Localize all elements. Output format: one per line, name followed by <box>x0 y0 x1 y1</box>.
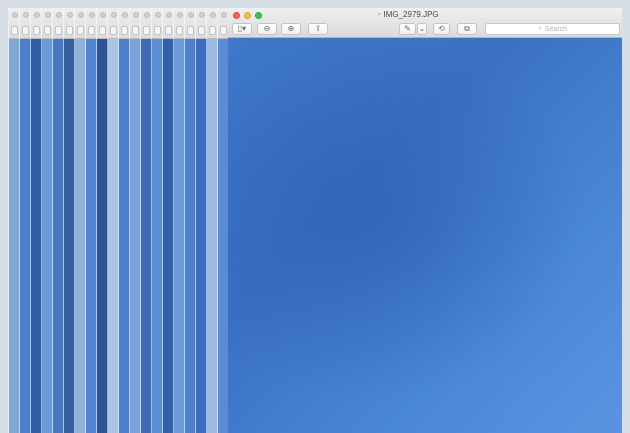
rotate-icon: ⟲ <box>438 24 445 33</box>
window-titlebar[interactable]: ▫ IMG_2979.JPG ▯▾ ⊖ ⊕ ⇪ ✎ ⌄ ⟲ ⧉ ⌕ Search <box>228 8 622 38</box>
toolbar-button-icon <box>88 26 95 35</box>
share-button[interactable]: ⇪ <box>308 23 328 35</box>
window-button-icon <box>144 12 150 18</box>
window-button-icon <box>100 12 106 18</box>
window-button-icon <box>155 12 161 18</box>
zoom-in-icon: ⊕ <box>287 24 295 33</box>
window-button-icon <box>199 12 205 18</box>
toolbar-button-icon <box>110 26 117 35</box>
zoom-in-button[interactable]: ⊕ <box>281 23 301 35</box>
markup-button[interactable]: ✎ <box>399 23 416 35</box>
zoom-out-icon: ⊖ <box>263 24 271 33</box>
chevron-down-icon: ⌄ <box>418 24 426 33</box>
window-title-text: IMG_2979.JPG <box>383 10 439 19</box>
toolbar-button-icon <box>55 26 62 35</box>
window-button-icon <box>210 12 216 18</box>
window-button-icon <box>122 12 128 18</box>
sidebar-toggle-button[interactable]: ▯▾ <box>232 23 252 35</box>
toolbar-button-icon <box>198 26 205 35</box>
toolbar-button-icon <box>66 26 73 35</box>
preview-window: ▫ IMG_2979.JPG ▯▾ ⊖ ⊕ ⇪ ✎ ⌄ ⟲ ⧉ ⌕ Search <box>228 8 622 433</box>
share-icon: ⇪ <box>314 24 322 33</box>
window-button-icon <box>177 12 183 18</box>
toolbar-button-icon <box>187 26 194 35</box>
window-button-icon <box>45 12 51 18</box>
toolbox-icon: ⧉ <box>464 24 470 33</box>
close-button[interactable] <box>233 12 240 19</box>
minimize-button[interactable] <box>244 12 251 19</box>
window-button-icon <box>89 12 95 18</box>
window-button-icon <box>188 12 194 18</box>
window-button-icon <box>111 12 117 18</box>
window-button-icon <box>56 12 62 18</box>
toolbar-button-icon <box>77 26 84 35</box>
toolbar-button-icon <box>154 26 161 35</box>
toolbox-button[interactable]: ⧉ <box>457 23 477 35</box>
toolbar-button-icon <box>209 26 216 35</box>
window-button-icon <box>12 12 18 18</box>
toolbar-button-icon <box>99 26 106 35</box>
toolbar-button-icon <box>132 26 139 35</box>
toolbar-button-icon <box>220 26 227 35</box>
rotate-button[interactable]: ⟲ <box>433 23 450 35</box>
window-button-icon <box>166 12 172 18</box>
window-title: ▫ IMG_2979.JPG <box>378 10 439 20</box>
markup-menu-button[interactable]: ⌄ <box>417 23 427 35</box>
fullscreen-button[interactable] <box>255 12 262 19</box>
zoom-out-button[interactable]: ⊖ <box>257 23 277 35</box>
image-canvas[interactable] <box>228 38 622 433</box>
window-button-icon <box>67 12 73 18</box>
toolbar-button-icon <box>22 26 29 35</box>
toolbar-button-icon <box>11 26 18 35</box>
window-button-icon <box>23 12 29 18</box>
window-button-icon <box>133 12 139 18</box>
toolbar-button-icon <box>176 26 183 35</box>
toolbar-button-icon <box>143 26 150 35</box>
toolbar-button-icon <box>33 26 40 35</box>
window-button-icon <box>78 12 84 18</box>
window-button-icon <box>221 12 227 18</box>
search-placeholder: Search <box>544 25 568 33</box>
toolbar-button-icon <box>121 26 128 35</box>
image-file-icon[interactable]: ▫ <box>378 10 380 20</box>
pen-icon: ✎ <box>404 24 411 33</box>
search-field[interactable]: ⌕ Search <box>485 23 620 35</box>
window-button-icon <box>34 12 40 18</box>
sidebar-icon: ▯▾ <box>237 24 247 33</box>
toolbar-button-icon <box>44 26 51 35</box>
magnifier-icon: ⌕ <box>537 25 542 32</box>
toolbar-button-icon <box>165 26 172 35</box>
